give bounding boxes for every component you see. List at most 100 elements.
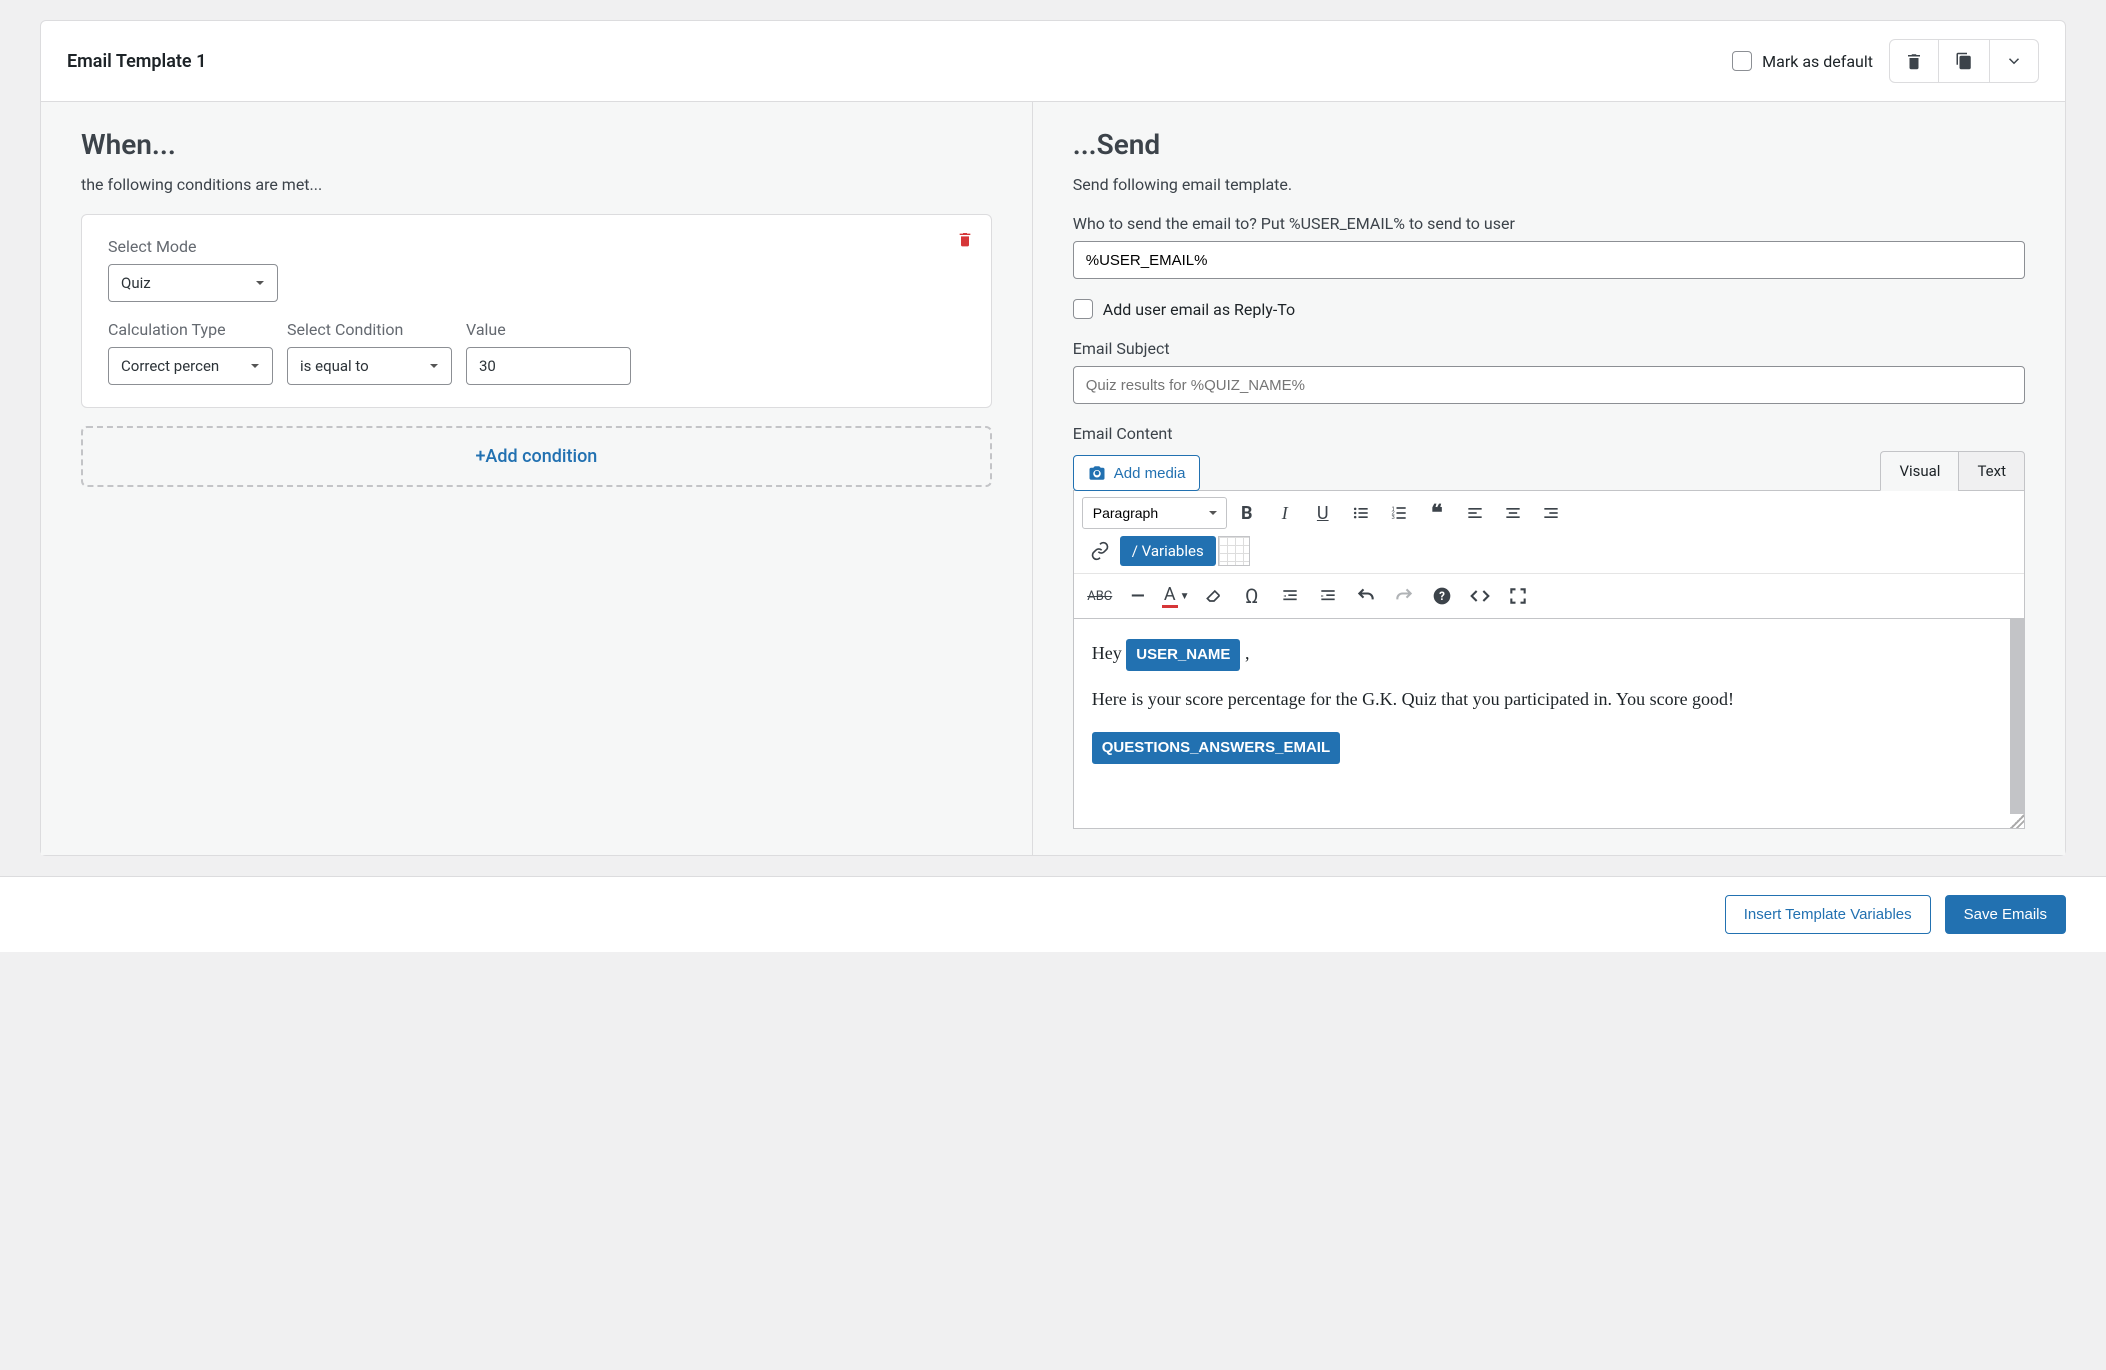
hr-icon: — [1131,586,1145,607]
copy-icon [1955,52,1973,70]
expand-template-button[interactable] [1989,39,2039,83]
editor-toolbar: Paragraph B I U 123 ❝ [1073,490,2025,619]
reply-to-checkbox[interactable] [1073,299,1093,319]
select-mode-dropdown[interactable]: Quiz [108,264,278,302]
email-template-panel: Email Template 1 Mark as default [40,20,2066,856]
strikethrough-icon: ABC [1087,589,1112,604]
help-button[interactable]: ? [1424,580,1460,612]
hr-button[interactable]: — [1120,580,1156,612]
mark-default-wrap[interactable]: Mark as default [1732,51,1873,71]
resize-grip[interactable] [2010,814,2024,828]
reply-to-label: Add user email as Reply-To [1103,300,1295,319]
send-column: ...Send Send following email template. W… [1033,102,2065,855]
text-color-icon: A [1162,584,1178,608]
calc-type-label: Calculation Type [108,320,273,339]
editor-scrollbar[interactable] [2010,619,2024,814]
code-button[interactable] [1462,580,1498,612]
indent-icon [1318,586,1338,606]
align-left-button[interactable] [1457,497,1493,529]
help-icon: ? [1432,586,1452,606]
subject-input[interactable] [1073,366,2025,404]
link-button[interactable] [1082,535,1118,567]
content-label: Email Content [1073,424,2025,443]
body-line1-prefix: Hey [1092,643,1127,663]
duplicate-template-button[interactable] [1939,39,1989,83]
user-name-variable[interactable]: USER_NAME [1126,639,1240,671]
reply-to-wrap[interactable]: Add user email as Reply-To [1073,299,2025,319]
panel-title: Email Template 1 [67,51,206,72]
add-condition-button[interactable]: +Add condition [81,426,992,487]
code-icon [1470,586,1490,606]
table-button[interactable] [1218,536,1250,566]
save-emails-button[interactable]: Save Emails [1945,895,2066,934]
chevron-down-icon [2005,52,2023,70]
underline-button[interactable]: U [1305,497,1341,529]
body-line2: Here is your score percentage for the G.… [1092,685,2006,714]
insert-variables-button[interactable]: Insert Template Variables [1725,895,1931,934]
trash-icon [1905,52,1923,70]
condition-card: Select Mode Quiz Calculation Type Correc… [81,214,992,408]
outdent-button[interactable] [1272,580,1308,612]
when-subtitle: the following conditions are met... [81,175,992,194]
when-title: When... [81,128,992,161]
recipient-input[interactable] [1073,241,2025,279]
body-line1-suffix: , [1245,643,1250,663]
number-list-button[interactable]: 123 [1381,497,1417,529]
value-label: Value [466,320,631,339]
send-subtitle: Send following email template. [1073,175,2025,194]
delete-condition-button[interactable] [957,231,973,252]
align-center-icon [1503,503,1523,523]
strikethrough-button[interactable]: ABC [1082,580,1118,612]
delete-template-button[interactable] [1889,39,1939,83]
link-icon [1090,541,1110,561]
align-right-button[interactable] [1533,497,1569,529]
redo-button[interactable] [1386,580,1422,612]
indent-button[interactable] [1310,580,1346,612]
bold-icon: B [1241,503,1253,524]
subject-label: Email Subject [1073,339,2025,358]
redo-icon [1394,586,1414,606]
svg-text:?: ? [1439,589,1445,603]
undo-button[interactable] [1348,580,1384,612]
select-condition-label: Select Condition [287,320,452,339]
calc-type-dropdown[interactable]: Correct percen [108,347,273,385]
italic-button[interactable]: I [1267,497,1303,529]
number-list-icon: 123 [1389,503,1409,523]
format-dropdown[interactable]: Paragraph [1082,497,1227,529]
questions-answers-variable[interactable]: QUESTIONS_ANSWERS_EMAIL [1092,732,1340,764]
text-color-button[interactable]: A▼ [1158,580,1194,612]
align-center-button[interactable] [1495,497,1531,529]
fullscreen-button[interactable] [1500,580,1536,612]
camera-icon [1088,464,1106,482]
special-char-button[interactable]: Ω [1234,580,1270,612]
eraser-icon [1204,586,1224,606]
visual-tab[interactable]: Visual [1880,451,1958,491]
send-title: ...Send [1073,128,2025,161]
add-media-button[interactable]: Add media [1073,455,1201,491]
trash-icon [957,231,973,247]
undo-icon [1356,586,1376,606]
select-condition-dropdown[interactable]: is equal to [287,347,452,385]
outdent-icon [1280,586,1300,606]
bullet-list-button[interactable] [1343,497,1379,529]
fullscreen-icon [1508,586,1528,606]
select-mode-label: Select Mode [108,237,965,256]
editor-content[interactable]: Hey USER_NAME , Here is your score perce… [1073,619,2025,829]
variables-button[interactable]: / Variables [1120,536,1216,566]
text-tab[interactable]: Text [1958,451,2025,491]
when-column: When... the following conditions are met… [41,102,1033,855]
mark-default-checkbox[interactable] [1732,51,1752,71]
panel-header: Email Template 1 Mark as default [41,21,2065,102]
recipient-label: Who to send the email to? Put %USER_EMAI… [1073,214,2025,233]
bullet-list-icon [1351,503,1371,523]
italic-icon: I [1282,503,1288,524]
align-left-icon [1465,503,1485,523]
svg-text:3: 3 [1391,515,1394,521]
bold-button[interactable]: B [1229,497,1265,529]
footer-actions: Insert Template Variables Save Emails [0,876,2106,952]
mark-default-label: Mark as default [1762,52,1873,71]
clear-format-button[interactable] [1196,580,1232,612]
blockquote-button[interactable]: ❝ [1419,497,1455,529]
value-input[interactable] [466,347,631,385]
omega-icon: Ω [1245,584,1258,608]
